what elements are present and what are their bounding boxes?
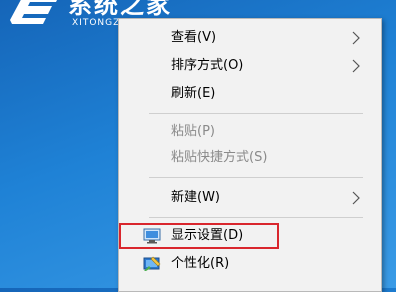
menu-item-refresh[interactable]: 刷新(E) <box>119 81 381 107</box>
context-menu: 查看(V) 排序方式(O) 刷新(E) 粘贴(P) 粘贴快捷方式(S) 新建(W… <box>118 18 382 292</box>
menu-item-paste: 粘贴(P) <box>119 119 381 145</box>
monitor-icon <box>143 228 161 244</box>
watermark-title: 系统之家 <box>68 0 172 19</box>
menu-item-display-settings[interactable]: 显示设置(D) <box>119 223 381 249</box>
chevron-right-icon <box>352 59 360 73</box>
menu-separator <box>149 113 363 114</box>
menu-item-label: 显示设置(D) <box>171 228 244 243</box>
chevron-right-icon <box>352 31 360 45</box>
menu-separator <box>149 217 363 218</box>
menu-item-label: 刷新(E) <box>171 86 216 101</box>
menu-item-label: 排序方式(O) <box>171 58 244 73</box>
watermark-logo <box>10 0 57 24</box>
menu-separator <box>149 177 363 178</box>
menu-item-paste-shortcut: 粘贴快捷方式(S) <box>119 145 381 171</box>
menu-item-label: 粘贴(P) <box>171 124 215 139</box>
menu-item-label: 个性化(R) <box>171 256 230 271</box>
personalize-icon <box>143 256 161 271</box>
menu-item-new[interactable]: 新建(W) <box>119 185 381 211</box>
menu-item-label: 查看(V) <box>171 30 217 45</box>
menu-item-sort[interactable]: 排序方式(O) <box>119 53 381 79</box>
menu-item-label: 新建(W) <box>171 190 220 205</box>
menu-item-personalize[interactable]: 个性化(R) <box>119 251 381 277</box>
menu-item-view[interactable]: 查看(V) <box>119 25 381 51</box>
chevron-right-icon <box>352 191 360 205</box>
menu-item-label: 粘贴快捷方式(S) <box>171 150 268 165</box>
